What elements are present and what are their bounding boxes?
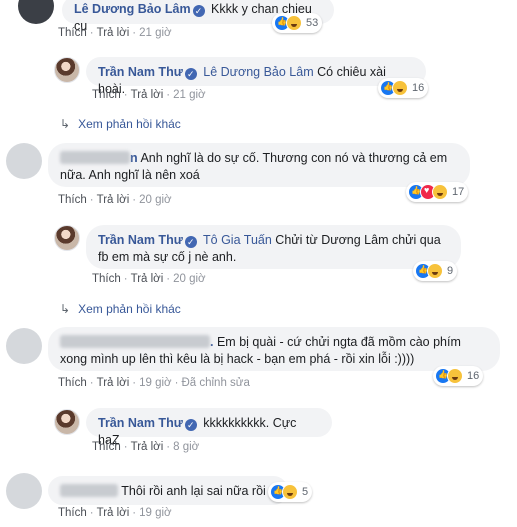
blurred-author-name [60,484,118,497]
like-link[interactable]: Thích [92,441,121,453]
view-more-replies-link[interactable]: ↳ Xem phản hồi khác [60,117,181,131]
reply-link[interactable]: Trả lời [97,194,130,206]
avatar[interactable] [54,225,80,251]
edited-label[interactable]: Đã chỉnh sửa [181,377,249,389]
reaction-count: 16 [412,82,425,94]
comment-actions: Thích · Trả lời · 19 giờ [58,507,172,519]
haha-reaction-icon [432,184,448,200]
reaction-count: 16 [467,370,480,382]
comment-actions: Thích · Trả lời · 21 giờ [92,89,206,101]
avatar[interactable] [54,57,80,83]
verified-icon: ✓ [192,5,205,17]
like-link[interactable]: Thích [58,27,87,39]
reaction-count: 17 [452,186,465,198]
comment-bubble: n Anh nghĩ là do sự cố. Thương con nó và… [48,143,470,187]
timestamp[interactable]: 20 giờ [173,273,205,285]
comment-text-line1: Anh nghĩ là do sự cố. Thương con nó và t… [140,151,448,165]
comment-text: Thôi rồi anh lại sai nữa rồi [121,484,266,498]
haha-reaction-icon [427,263,443,279]
timestamp[interactable]: 20 giờ [139,194,171,206]
comment-author[interactable]: Lê Dương Bảo Lâm [74,2,191,16]
comment-actions: Thích · Trả lời · 20 giờ [92,273,206,285]
comment-bubble: . Em bị quài - cứ chửi ngta đã mồm cào p… [48,327,500,371]
comment-author[interactable]: Trần Nam Thư [98,416,183,430]
reaction-count: 53 [306,17,319,29]
comment-author[interactable]: Trần Nam Thư [98,65,183,79]
verified-icon: ✓ [184,68,197,80]
like-link[interactable]: Thích [58,194,87,206]
comment-actions: Thích · Trả lời · 19 giờ · Đã chỉnh sửa [58,377,250,389]
comment-actions: Thích · Trả lời · 20 giờ [58,194,172,206]
timestamp[interactable]: 21 giờ [139,27,171,39]
reply-link[interactable]: Trả lời [97,377,130,389]
comment-bubble: Trần Nam Thư ✓ Lê Dương Bảo Lâm Có chiêu … [86,57,426,96]
comment-bubble: Trần Nam Thư ✓ Tô Gia Tuấn Chửi từ Dương … [86,225,461,269]
reply-arrow-icon: ↳ [60,302,71,316]
comment-actions: Thích · Trả lời · 21 giờ [58,27,172,39]
verified-icon: ✓ [184,419,197,431]
comment-text-line2: xong mình up lên thì kêu là bị hack - bạ… [60,352,415,366]
mention-link[interactable]: Tô Gia Tuấn [203,233,272,247]
reply-arrow-icon: ↳ [60,117,71,131]
reaction-count: 5 [302,486,309,498]
haha-reaction-icon [282,484,298,500]
reply-link[interactable]: Trả lời [131,273,164,285]
reaction-summary[interactable]: 9 [413,261,458,281]
comment-text-line1: Chửi từ Dương Lâm chửi qua [275,233,441,247]
comment-author[interactable]: Trần Nam Thư [98,233,183,247]
avatar[interactable] [6,143,42,179]
haha-reaction-icon [392,80,408,96]
comment-author[interactable]: . [210,335,213,349]
avatar[interactable] [18,0,54,24]
comment-text-line2: nữa. Anh nghĩ là nên xoá [60,168,200,182]
comment-bubble: Thôi rồi anh lại sai nữa rồi [48,476,288,505]
blurred-author-name [60,335,210,348]
reply-link[interactable]: Trả lời [131,89,164,101]
reply-link[interactable]: Trả lời [131,441,164,453]
comment-actions: Thích · Trả lời · 8 giờ [92,441,200,453]
like-link[interactable]: Thích [58,377,87,389]
reaction-count: 9 [447,265,454,277]
timestamp[interactable]: 19 giờ [139,377,171,389]
avatar[interactable] [6,473,42,509]
avatar[interactable] [6,328,42,364]
avatar[interactable] [54,409,80,435]
reaction-summary[interactable]: 5 [268,482,313,502]
timestamp[interactable]: 19 giờ [139,507,171,519]
timestamp[interactable]: 21 giờ [173,89,205,101]
reaction-summary[interactable]: 17 [406,182,469,202]
timestamp[interactable]: 8 giờ [173,441,199,453]
like-link[interactable]: Thích [92,273,121,285]
reaction-summary[interactable]: 53 [272,13,323,33]
comment-text-line1: Em bị quài - cứ chửi ngta đã mồm cào phí… [216,335,461,349]
reaction-summary[interactable]: 16 [433,366,484,386]
haha-reaction-icon [447,368,463,384]
reaction-summary[interactable]: 16 [378,78,429,98]
verified-icon: ✓ [184,236,197,248]
like-link[interactable]: Thích [92,89,121,101]
reply-link[interactable]: Trả lời [97,27,130,39]
reply-link[interactable]: Trả lời [97,507,130,519]
view-more-replies-link[interactable]: ↳ Xem phản hồi khác [60,302,181,316]
comment-bubble: Trần Nam Thư ✓ kkkkkkkkkk. Cực haZ [86,408,332,447]
blurred-author-name [60,151,130,164]
like-link[interactable]: Thích [58,507,87,519]
haha-reaction-icon [286,15,302,31]
comment-author[interactable]: n [130,151,138,165]
comment-text-line2: fb em mà sự cố j nè anh. [98,250,237,264]
mention-link[interactable]: Lê Dương Bảo Lâm [203,65,313,79]
